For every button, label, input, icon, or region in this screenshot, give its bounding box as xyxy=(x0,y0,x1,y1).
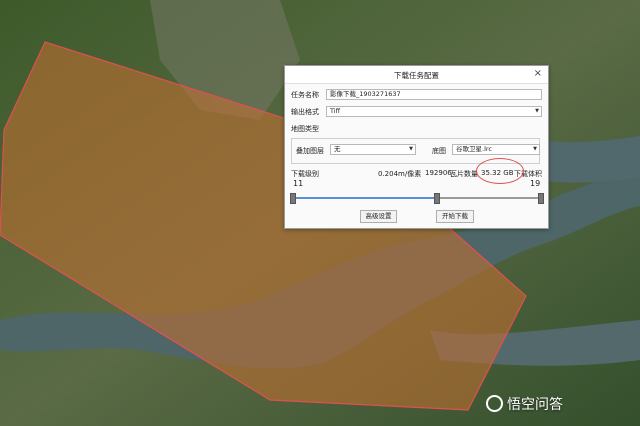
tile-count-value: 192906 xyxy=(425,169,452,177)
start-download-button[interactable]: 开始下载 xyxy=(436,210,474,223)
tile-count-label: 瓦片数量 xyxy=(450,170,478,178)
chevron-down-icon: ▼ xyxy=(409,146,413,152)
highlight-circle xyxy=(476,158,524,184)
base-map-label: 底图 xyxy=(432,147,446,155)
level-slider-track[interactable] xyxy=(290,193,544,204)
overlay-select[interactable]: 无 ▼ xyxy=(330,144,416,155)
overlay-value: 无 xyxy=(334,145,341,153)
output-format-value: Tiff xyxy=(330,107,341,115)
advanced-settings-button[interactable]: 高级设置 xyxy=(360,210,397,223)
chevron-down-icon: ▼ xyxy=(535,108,539,114)
base-map-select[interactable]: 谷歌卫星.lrc ▼ xyxy=(452,144,540,155)
watermark-text: 悟空问答 xyxy=(507,397,563,413)
river-upper-right xyxy=(540,136,640,183)
dialog-title: 下载任务配置 xyxy=(394,71,439,80)
chevron-down-icon: ▼ xyxy=(533,146,537,152)
output-format-select[interactable]: Tiff ▼ xyxy=(326,106,542,117)
task-name-label: 任务名称 xyxy=(291,91,319,99)
base-map-value: 谷歌卫星.lrc xyxy=(456,145,492,153)
level-slider-fill xyxy=(293,197,437,199)
task-name-input[interactable]: 影像下载_1903271637 xyxy=(326,89,542,100)
level-slider-handle-max[interactable] xyxy=(538,193,544,204)
level-slider-handle-min[interactable] xyxy=(290,193,296,204)
overlay-label: 叠加图层 xyxy=(296,147,324,155)
output-format-label: 输出格式 xyxy=(291,108,319,116)
resolution-text: 0.204m/像素 xyxy=(378,170,422,178)
wukong-logo-icon xyxy=(486,395,503,412)
close-icon[interactable]: × xyxy=(534,68,542,79)
dialog-titlebar: 下载任务配置 × xyxy=(285,66,548,84)
download-task-dialog: 下载任务配置 × 任务名称 影像下载_1903271637 输出格式 Tiff … xyxy=(284,65,549,229)
map-type-label: 地图类型 xyxy=(291,125,319,133)
download-level-label: 下载级别 xyxy=(291,170,319,178)
level-slider-handle-mid[interactable] xyxy=(433,193,440,204)
level-max-label: 19 xyxy=(530,179,541,188)
level-min-label: 11 xyxy=(293,179,304,188)
